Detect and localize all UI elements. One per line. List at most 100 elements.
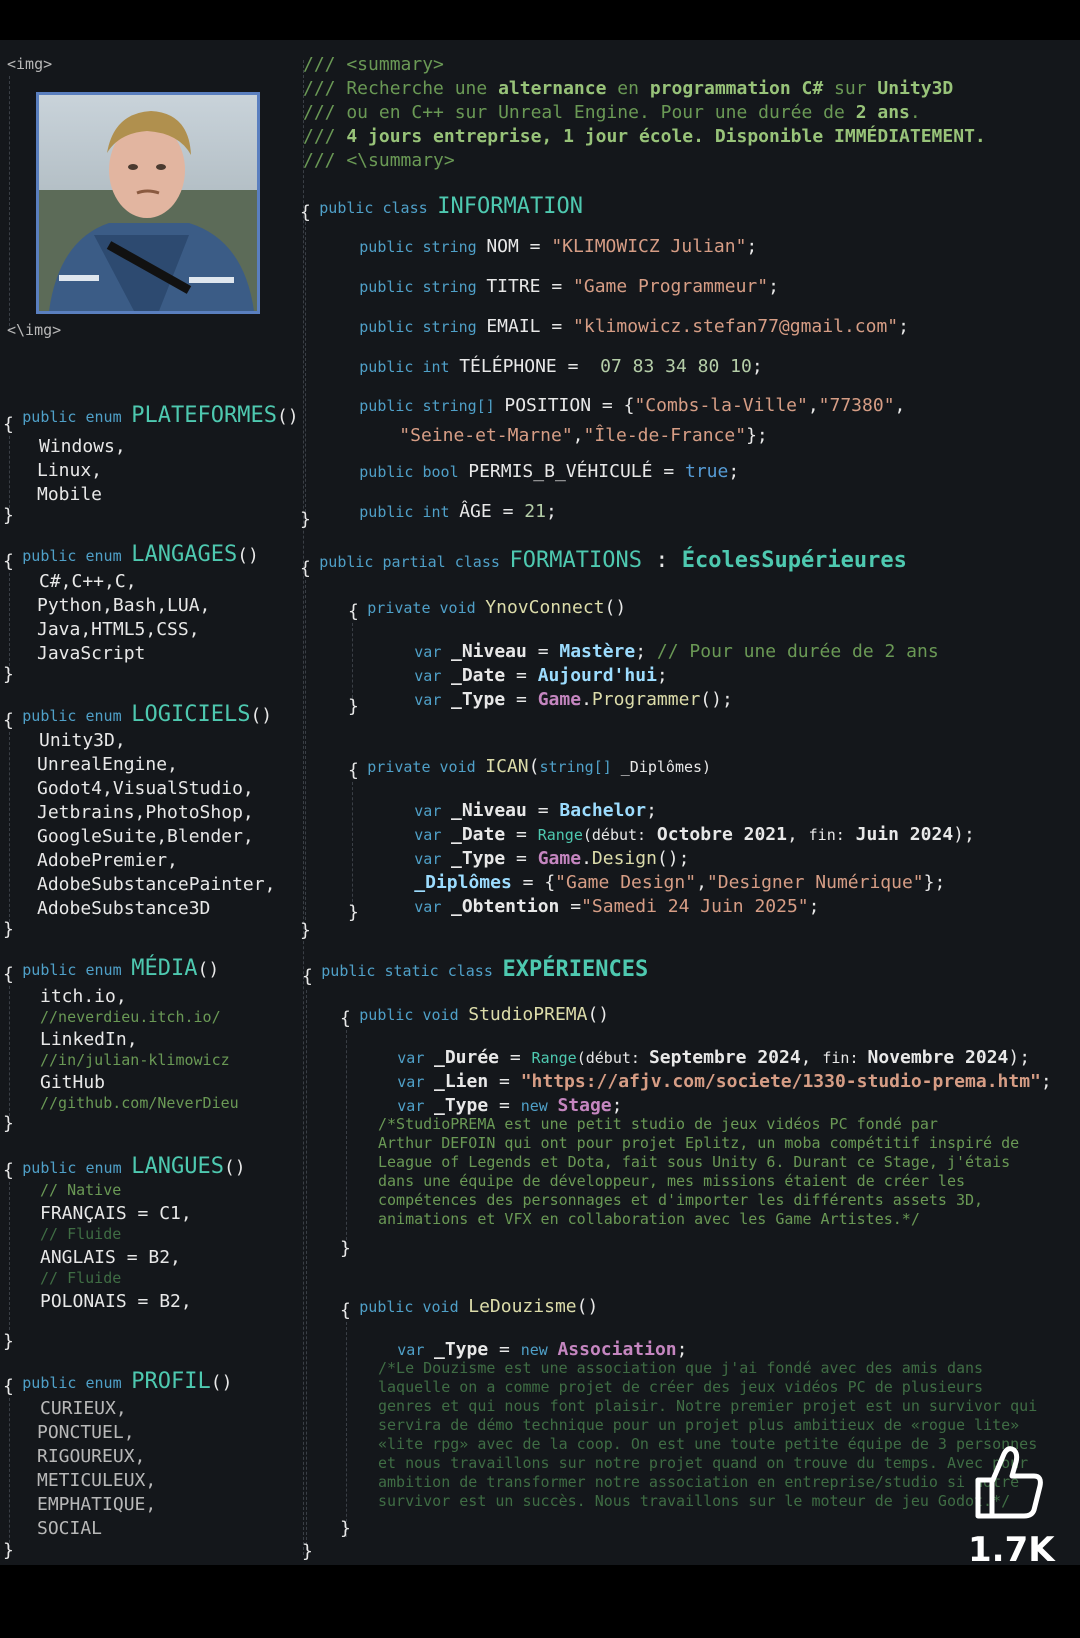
lang-comment: // Fluide xyxy=(40,1225,122,1243)
summary-close: /// <\summary> xyxy=(303,150,455,171)
enum-item: Java,HTML5,CSS, xyxy=(37,619,200,640)
brace: } xyxy=(340,1238,351,1259)
douz-desc-line: genres et qui nous font plaisir. Notre p… xyxy=(378,1397,1038,1415)
summary-line-3: /// 4 jours entreprise, 1 jour école. Di… xyxy=(303,126,986,147)
enum-media-decl: public enum MÉDIA() xyxy=(22,956,220,981)
profil-item: METICULEUX, xyxy=(37,1470,157,1491)
profile-photo xyxy=(36,92,260,314)
field-position: public string[] POSITION = {"Combs-la-Vi… xyxy=(359,395,906,416)
img-close-tag: <\img> xyxy=(7,321,62,339)
enum-plateformes-decl: public enum PLATEFORMES() xyxy=(22,403,299,428)
brace: } xyxy=(3,664,14,685)
summary-line-2: /// ou en C++ sur Unreal Engine. Pour un… xyxy=(303,102,921,123)
field-email: public string EMAIL = "klimowicz.stefan7… xyxy=(359,316,909,337)
brace: { xyxy=(3,414,14,435)
brace: { xyxy=(300,202,311,223)
enum-item: AdobeSubstance3D xyxy=(37,898,211,919)
indent-guide xyxy=(9,573,10,671)
media-linkedin-link[interactable]: LinkedIn, xyxy=(40,1031,138,1049)
enum-item: Linux, xyxy=(37,460,103,481)
enum-item: Jetbrains,PhotoShop, xyxy=(37,802,254,823)
brace: } xyxy=(3,1331,14,1352)
enum-item: Mobile xyxy=(37,484,103,505)
profil-item: EMPHATIQUE, xyxy=(37,1494,157,1515)
enum-item: Windows, xyxy=(39,436,126,457)
summary-open: /// <summary> xyxy=(303,54,444,75)
method-ledouzisme: public void LeDouzisme() xyxy=(359,1296,599,1317)
enum-item: UnrealEngine, xyxy=(37,754,178,775)
brace: } xyxy=(3,505,14,526)
lang-comment: // Native xyxy=(40,1181,122,1199)
media-github-link[interactable]: GitHub xyxy=(40,1074,105,1092)
brace: } xyxy=(302,1541,313,1562)
enum-item: AdobeSubstancePainter, xyxy=(37,874,276,895)
enum-item: Python,Bash,LUA, xyxy=(37,595,211,616)
brace: } xyxy=(300,509,311,530)
lang-comment: // Fluide xyxy=(40,1269,122,1287)
indent-guide xyxy=(9,986,10,1116)
thumbs-up-icon[interactable] xyxy=(968,1442,1048,1522)
douz-desc-line: survivor est un succès. Nous travaillons… xyxy=(378,1492,1011,1510)
indent-guide xyxy=(346,1322,347,1537)
media-comment: //github.com/NeverDieu xyxy=(40,1094,239,1112)
field-age: public int ÂGE = 21; xyxy=(359,501,557,522)
prema-desc-line: animations et VFX en collaboration avec … xyxy=(378,1210,920,1228)
media-comment: //neverdieu.itch.io/ xyxy=(40,1008,221,1026)
field-telephone: public int TÉLÉPHONE = 07 83 34 80 10; xyxy=(359,356,763,377)
profil-item: CURIEUX, xyxy=(40,1398,127,1419)
brace: } xyxy=(3,919,14,940)
douz-desc-line: laquelle on a comme projet de créer des … xyxy=(378,1378,984,1396)
douz-desc-line: et nous travaillons sur notre projet qua… xyxy=(378,1454,1029,1472)
summary-line-1: /// Recherche une alternance en programm… xyxy=(303,78,954,99)
column-divider xyxy=(303,60,304,1555)
lang-item: FRANÇAIS = C1, xyxy=(40,1203,192,1224)
indent-guide xyxy=(306,990,307,1550)
indent-guide xyxy=(9,1398,10,1553)
brace: } xyxy=(3,1540,14,1561)
media-itchio-link[interactable]: itch.io, xyxy=(40,988,127,1006)
prema-desc-line: Arthur DEFOIN qui ont pour projet Eplitz… xyxy=(378,1134,1020,1152)
prema-desc-line: /*StudioPREMA est une petit studio de je… xyxy=(378,1115,938,1133)
indent-guide xyxy=(346,1030,347,1245)
douz-type: var _Type = new Association; xyxy=(397,1339,688,1360)
brace: } xyxy=(300,920,311,941)
douz-desc-line: ambition de transformer notre associatio… xyxy=(378,1473,1020,1491)
indent-guide xyxy=(352,782,353,912)
method-ynovconnect: private void YnovConnect() xyxy=(367,597,627,618)
brace: { xyxy=(3,1376,14,1397)
class-formations-decl: public partial class FORMATIONS : Écoles… xyxy=(319,548,907,573)
indent-guide xyxy=(9,436,10,508)
profil-item: RIGOUREUX, xyxy=(37,1446,146,1467)
douz-desc-line: /*Le Douzisme est une association que j'… xyxy=(378,1359,984,1377)
indent-guide xyxy=(352,623,353,703)
enum-langages-decl: public enum LANGAGES() xyxy=(22,542,259,567)
method-studioprema: public void StudioPREMA() xyxy=(359,1004,610,1025)
enum-langues-decl: public enum LANGUES() xyxy=(22,1154,246,1179)
enum-item: Unity3D, xyxy=(39,730,126,751)
brace: { xyxy=(340,1300,351,1321)
lang-item: POLONAIS = B2, xyxy=(40,1291,192,1312)
prema-desc-line: League of Legends et Dota, fait sous Uni… xyxy=(378,1153,1011,1171)
brace: { xyxy=(300,558,311,579)
prema-desc-line: dans une équipe de développeur, mes miss… xyxy=(378,1172,965,1190)
field-permis: public bool PERMIS_B_VÉHICULÉ = true; xyxy=(359,461,740,482)
ican-obtention: var _Obtention ="Samedi 24 Juin 2025"; xyxy=(414,896,820,917)
indent-guide xyxy=(9,1182,10,1330)
field-position-cont: "Seine-et-Marne","Île-de-France"}; xyxy=(399,425,768,446)
img-open-tag: <img> xyxy=(7,55,53,73)
field-titre: public string TITRE = "Game Programmeur"… xyxy=(359,276,779,297)
brace: } xyxy=(348,696,359,717)
prema-desc-line: compétences des personnages et d'importe… xyxy=(378,1191,984,1209)
field-nom: public string NOM = "KLIMOWICZ Julian"; xyxy=(359,236,758,257)
brace: { xyxy=(340,1008,351,1029)
enum-item: AdobePremier, xyxy=(37,850,178,871)
enum-logiciels-decl: public enum LOGICIELS() xyxy=(22,702,273,727)
douz-desc-line: «lite rpg» avec de la coop. On est une t… xyxy=(378,1435,1038,1453)
media-comment: //in/julian-klimowicz xyxy=(40,1051,230,1069)
brace: { xyxy=(3,964,14,985)
brace: } xyxy=(3,1113,14,1134)
brace: } xyxy=(348,902,359,923)
indent-guide xyxy=(305,222,306,512)
brace: { xyxy=(3,710,14,731)
profil-item: SOCIAL xyxy=(37,1518,103,1539)
